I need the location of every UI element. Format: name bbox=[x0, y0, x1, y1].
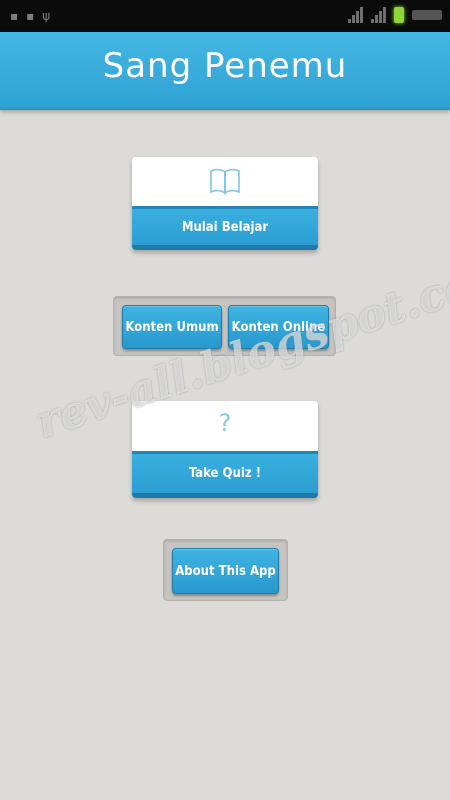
take-quiz-label-area: Take Quiz ! bbox=[132, 451, 318, 498]
about-this-app-label: About This App bbox=[175, 563, 276, 579]
konten-button-group: Konten Umum Konten Online bbox=[113, 296, 336, 356]
notification-icon: ▪ bbox=[10, 9, 19, 23]
about-button-group: About This App bbox=[163, 539, 288, 601]
take-quiz-label: Take Quiz ! bbox=[188, 466, 262, 481]
signal-icon bbox=[348, 7, 363, 23]
app-title: Sang Penemu bbox=[102, 46, 348, 86]
notification-icon: ▪ bbox=[26, 9, 35, 23]
konten-online-button[interactable]: Konten Online bbox=[228, 305, 329, 349]
app-header: Sang Penemu bbox=[0, 32, 450, 110]
mulai-belajar-label-area: Mulai Belajar bbox=[132, 206, 318, 250]
clock bbox=[412, 10, 442, 20]
konten-online-label: Konten Online bbox=[231, 319, 326, 335]
battery-icon bbox=[394, 7, 404, 23]
usb-icon: ψ bbox=[42, 9, 51, 23]
mulai-belajar-button[interactable]: Mulai Belajar bbox=[132, 157, 318, 250]
about-this-app-button[interactable]: About This App bbox=[172, 548, 279, 594]
status-bar: ▪ ▪ ψ bbox=[0, 0, 450, 32]
konten-umum-button[interactable]: Konten Umum bbox=[122, 305, 222, 349]
take-quiz-button[interactable]: ? Take Quiz ! bbox=[132, 401, 318, 498]
signal-icon bbox=[371, 7, 386, 23]
status-bar-notifications: ▪ ▪ ψ bbox=[10, 8, 50, 24]
konten-umum-label: Konten Umum bbox=[125, 319, 219, 335]
mulai-belajar-label: Mulai Belajar bbox=[181, 219, 269, 235]
question-mark-icon: ? bbox=[218, 409, 232, 437]
book-icon bbox=[132, 167, 318, 199]
status-bar-indicators bbox=[348, 7, 442, 23]
